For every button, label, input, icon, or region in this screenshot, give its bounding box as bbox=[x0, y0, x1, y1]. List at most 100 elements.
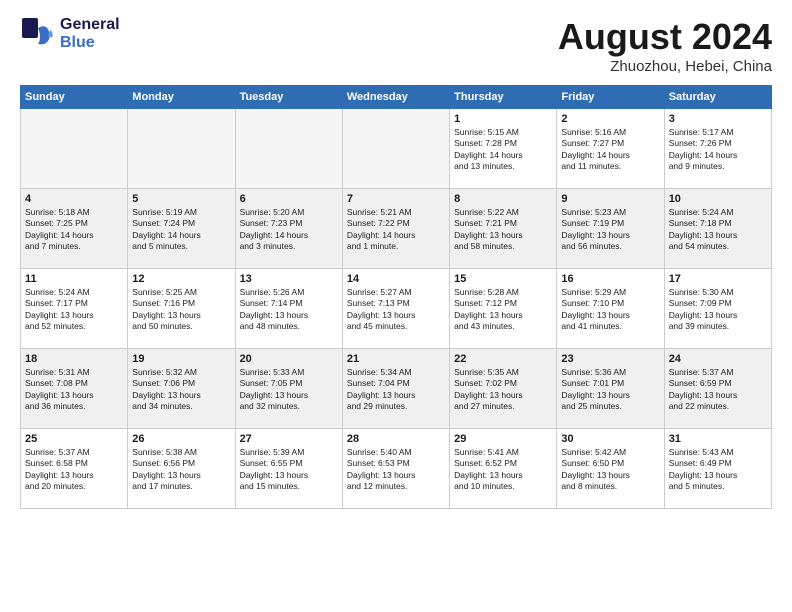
col-friday: Friday bbox=[557, 86, 664, 109]
table-cell: 6 Sunrise: 5:20 AM Sunset: 7:23 PM Daylig… bbox=[235, 189, 342, 269]
table-cell: 26Sunrise: 5:38 AM Sunset: 6:56 PM Dayli… bbox=[128, 429, 235, 509]
title-block: August 2024 Zhuozhou, Hebei, China bbox=[558, 16, 772, 75]
day-info: Sunrise: 5:37 AM Sunset: 6:59 PM Dayligh… bbox=[669, 367, 767, 413]
day-info: Sunrise: 5:32 AM Sunset: 7:06 PM Dayligh… bbox=[132, 367, 230, 413]
day-info: Sunrise: 5:17 AM Sunset: 7:26 PM Dayligh… bbox=[669, 127, 767, 173]
logo: General Blue bbox=[20, 16, 120, 52]
table-cell: 21 Sunrise: 5:34 AM Sunset: 7:04 PM Dayli… bbox=[342, 349, 449, 429]
table-cell: 29 Sunrise: 5:41 AM Sunset: 6:52 PM Dayli… bbox=[450, 429, 557, 509]
table-cell: 22 Sunrise: 5:35 AM Sunset: 7:02 PM Dayli… bbox=[450, 349, 557, 429]
day-info: Sunrise: 5:35 AM Sunset: 7:02 PM Dayligh… bbox=[454, 367, 552, 413]
day-number: 30 bbox=[561, 433, 659, 445]
table-cell: 11 Sunrise: 5:24 AM Sunset: 7:17 PM Dayli… bbox=[21, 269, 128, 349]
table-cell: 25Sunrise: 5:37 AM Sunset: 6:58 PM Dayli… bbox=[21, 429, 128, 509]
col-thursday: Thursday bbox=[450, 86, 557, 109]
col-saturday: Saturday bbox=[664, 86, 771, 109]
header-row: Sunday Monday Tuesday Wednesday Thursday… bbox=[21, 86, 772, 109]
table-cell bbox=[21, 109, 128, 189]
table-cell: 24Sunrise: 5:37 AM Sunset: 6:59 PM Dayli… bbox=[664, 349, 771, 429]
table-cell: 16 Sunrise: 5:29 AM Sunset: 7:10 PM Dayli… bbox=[557, 269, 664, 349]
table-cell: 27 Sunrise: 5:39 AM Sunset: 6:55 PM Dayli… bbox=[235, 429, 342, 509]
calendar-page: General Blue August 2024 Zhuozhou, Hebei… bbox=[0, 0, 792, 612]
day-info: Sunrise: 5:29 AM Sunset: 7:10 PM Dayligh… bbox=[561, 287, 659, 333]
location: Zhuozhou, Hebei, China bbox=[558, 58, 772, 75]
week-row-4: 18Sunrise: 5:31 AM Sunset: 7:08 PM Dayli… bbox=[21, 349, 772, 429]
day-number: 29 bbox=[454, 433, 552, 445]
day-info: Sunrise: 5:24 AM Sunset: 7:18 PM Dayligh… bbox=[669, 207, 767, 253]
day-number: 6 bbox=[240, 193, 338, 205]
day-info: Sunrise: 5:18 AM Sunset: 7:25 PM Dayligh… bbox=[25, 207, 123, 253]
day-info: Sunrise: 5:43 AM Sunset: 6:49 PM Dayligh… bbox=[669, 447, 767, 493]
day-info: Sunrise: 5:22 AM Sunset: 7:21 PM Dayligh… bbox=[454, 207, 552, 253]
table-cell: 9Sunrise: 5:23 AM Sunset: 7:19 PM Daylig… bbox=[557, 189, 664, 269]
day-number: 4 bbox=[25, 193, 123, 205]
table-cell: 15Sunrise: 5:28 AM Sunset: 7:12 PM Dayli… bbox=[450, 269, 557, 349]
day-info: Sunrise: 5:26 AM Sunset: 7:14 PM Dayligh… bbox=[240, 287, 338, 333]
day-info: Sunrise: 5:21 AM Sunset: 7:22 PM Dayligh… bbox=[347, 207, 445, 253]
day-info: Sunrise: 5:27 AM Sunset: 7:13 PM Dayligh… bbox=[347, 287, 445, 333]
month-title: August 2024 bbox=[558, 16, 772, 58]
table-cell: 13 Sunrise: 5:26 AM Sunset: 7:14 PM Dayli… bbox=[235, 269, 342, 349]
logo-text: General Blue bbox=[60, 16, 120, 51]
header: General Blue August 2024 Zhuozhou, Hebei… bbox=[20, 16, 772, 75]
col-tuesday: Tuesday bbox=[235, 86, 342, 109]
table-cell: 18Sunrise: 5:31 AM Sunset: 7:08 PM Dayli… bbox=[21, 349, 128, 429]
day-number: 27 bbox=[240, 433, 338, 445]
day-number: 17 bbox=[669, 273, 767, 285]
day-number: 21 bbox=[347, 353, 445, 365]
table-cell bbox=[235, 109, 342, 189]
day-number: 11 bbox=[25, 273, 123, 285]
day-info: Sunrise: 5:20 AM Sunset: 7:23 PM Dayligh… bbox=[240, 207, 338, 253]
table-cell: 14 Sunrise: 5:27 AM Sunset: 7:13 PM Dayli… bbox=[342, 269, 449, 349]
table-cell: 23 Sunrise: 5:36 AM Sunset: 7:01 PM Dayli… bbox=[557, 349, 664, 429]
table-cell: 5Sunrise: 5:19 AM Sunset: 7:24 PM Daylig… bbox=[128, 189, 235, 269]
day-info: Sunrise: 5:41 AM Sunset: 6:52 PM Dayligh… bbox=[454, 447, 552, 493]
day-number: 26 bbox=[132, 433, 230, 445]
table-cell: 2Sunrise: 5:16 AM Sunset: 7:27 PM Daylig… bbox=[557, 109, 664, 189]
day-info: Sunrise: 5:34 AM Sunset: 7:04 PM Dayligh… bbox=[347, 367, 445, 413]
table-cell: 4 Sunrise: 5:18 AM Sunset: 7:25 PM Daylig… bbox=[21, 189, 128, 269]
day-info: Sunrise: 5:42 AM Sunset: 6:50 PM Dayligh… bbox=[561, 447, 659, 493]
day-number: 19 bbox=[132, 353, 230, 365]
day-number: 23 bbox=[561, 353, 659, 365]
day-info: Sunrise: 5:16 AM Sunset: 7:27 PM Dayligh… bbox=[561, 127, 659, 173]
day-info: Sunrise: 5:19 AM Sunset: 7:24 PM Dayligh… bbox=[132, 207, 230, 253]
logo-icon bbox=[20, 16, 56, 52]
day-number: 3 bbox=[669, 113, 767, 125]
week-row-3: 11 Sunrise: 5:24 AM Sunset: 7:17 PM Dayli… bbox=[21, 269, 772, 349]
day-number: 13 bbox=[240, 273, 338, 285]
week-row-5: 25Sunrise: 5:37 AM Sunset: 6:58 PM Dayli… bbox=[21, 429, 772, 509]
day-info: Sunrise: 5:25 AM Sunset: 7:16 PM Dayligh… bbox=[132, 287, 230, 333]
week-row-1: 1 Sunrise: 5:15 AM Sunset: 7:28 PM Daylig… bbox=[21, 109, 772, 189]
day-info: Sunrise: 5:24 AM Sunset: 7:17 PM Dayligh… bbox=[25, 287, 123, 333]
table-cell: 7Sunrise: 5:21 AM Sunset: 7:22 PM Daylig… bbox=[342, 189, 449, 269]
day-info: Sunrise: 5:39 AM Sunset: 6:55 PM Dayligh… bbox=[240, 447, 338, 493]
day-info: Sunrise: 5:33 AM Sunset: 7:05 PM Dayligh… bbox=[240, 367, 338, 413]
day-number: 14 bbox=[347, 273, 445, 285]
day-info: Sunrise: 5:40 AM Sunset: 6:53 PM Dayligh… bbox=[347, 447, 445, 493]
day-number: 8 bbox=[454, 193, 552, 205]
day-number: 10 bbox=[669, 193, 767, 205]
table-cell bbox=[342, 109, 449, 189]
table-cell: 1 Sunrise: 5:15 AM Sunset: 7:28 PM Daylig… bbox=[450, 109, 557, 189]
day-number: 1 bbox=[454, 113, 552, 125]
day-number: 31 bbox=[669, 433, 767, 445]
col-wednesday: Wednesday bbox=[342, 86, 449, 109]
day-info: Sunrise: 5:15 AM Sunset: 7:28 PM Dayligh… bbox=[454, 127, 552, 173]
day-number: 28 bbox=[347, 433, 445, 445]
table-cell: 28 Sunrise: 5:40 AM Sunset: 6:53 PM Dayli… bbox=[342, 429, 449, 509]
table-cell: 30 Sunrise: 5:42 AM Sunset: 6:50 PM Dayli… bbox=[557, 429, 664, 509]
table-cell bbox=[128, 109, 235, 189]
table-cell: 19 Sunrise: 5:32 AM Sunset: 7:06 PM Dayli… bbox=[128, 349, 235, 429]
table-cell: 8 Sunrise: 5:22 AM Sunset: 7:21 PM Daylig… bbox=[450, 189, 557, 269]
day-number: 20 bbox=[240, 353, 338, 365]
day-number: 25 bbox=[25, 433, 123, 445]
day-info: Sunrise: 5:30 AM Sunset: 7:09 PM Dayligh… bbox=[669, 287, 767, 333]
day-number: 16 bbox=[561, 273, 659, 285]
day-number: 12 bbox=[132, 273, 230, 285]
day-info: Sunrise: 5:31 AM Sunset: 7:08 PM Dayligh… bbox=[25, 367, 123, 413]
day-info: Sunrise: 5:28 AM Sunset: 7:12 PM Dayligh… bbox=[454, 287, 552, 333]
day-number: 22 bbox=[454, 353, 552, 365]
day-info: Sunrise: 5:36 AM Sunset: 7:01 PM Dayligh… bbox=[561, 367, 659, 413]
table-cell: 20 Sunrise: 5:33 AM Sunset: 7:05 PM Dayli… bbox=[235, 349, 342, 429]
